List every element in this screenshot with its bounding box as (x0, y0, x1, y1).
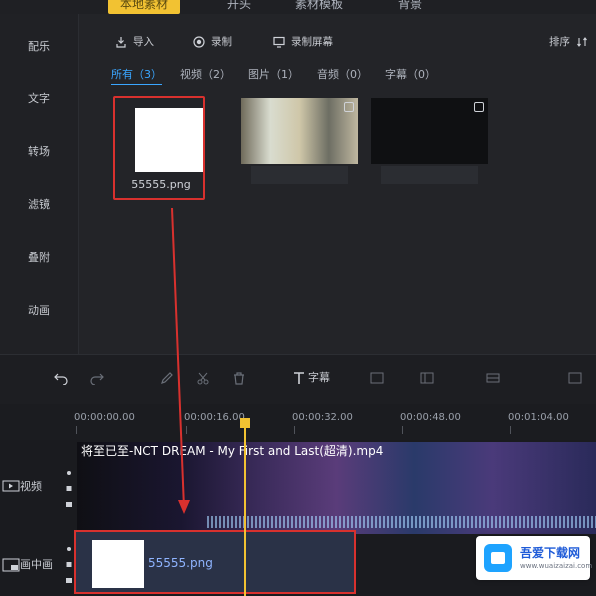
video-track-name: 视频 (20, 480, 42, 493)
sidebar-item-text[interactable]: 文字 (0, 90, 78, 106)
image-thumbnail (135, 108, 203, 172)
video-clip[interactable]: 将至已至-NCT DREAM - My First and Last(超清).m… (77, 442, 596, 534)
tab-templates[interactable]: 素材模板 (295, 0, 343, 14)
watermark-url: www.wuaizaizai.com (520, 562, 593, 570)
pip-clip-name: 55555.png (148, 556, 213, 570)
ruler-tick-mark (402, 426, 403, 434)
track-controls[interactable] (64, 468, 74, 510)
media-actions: 导入 录制 录制屏幕 排序 (79, 28, 596, 54)
text-t-icon (292, 371, 304, 384)
pip-track-name: 画中画 (20, 558, 53, 571)
ruler-tick: 00:00:16.00 (184, 412, 245, 423)
import-icon (115, 36, 127, 48)
tool-icon (370, 371, 384, 384)
playhead[interactable] (240, 418, 250, 596)
video-clip-title: 将至已至-NCT DREAM - My First and Last(超清).m… (81, 444, 384, 458)
timeline-toolbar: 字幕 (0, 354, 596, 405)
ruler-tick: 00:00:48.00 (400, 412, 461, 423)
media-item-image[interactable]: 55555.png (113, 96, 205, 200)
record-icon (193, 35, 205, 48)
sort-button[interactable]: 排序 (549, 34, 588, 49)
media-item-caption (251, 166, 348, 184)
import-label: 导入 (133, 36, 154, 48)
tab-opening[interactable]: 开头 (227, 0, 251, 14)
pencil-icon (160, 371, 173, 384)
media-library: 导入 录制 录制屏幕 排序 所有（3） 视频（2） 图片（1） 音频（0） 字幕… (79, 14, 596, 354)
filter-image[interactable]: 图片（1） (248, 66, 299, 82)
eye-lock-icon (66, 471, 72, 507)
tab-local-media[interactable]: 本地素材 (108, 0, 181, 14)
tab-background[interactable]: 背景 (398, 0, 422, 14)
ruler-tick-mark (294, 426, 295, 434)
pip-thumbnail (92, 540, 144, 588)
left-sidebar: 配乐 文字 转场 滤镜 叠附 动画 (0, 14, 79, 354)
edit-button[interactable] (160, 369, 173, 385)
tool-button[interactable] (370, 369, 384, 385)
ruler-tick-mark (186, 426, 187, 434)
sort-icon (576, 36, 588, 48)
sidebar-item-overlay[interactable]: 叠附 (0, 249, 78, 265)
media-item-name: 55555.png (131, 178, 191, 191)
media-item-caption (381, 166, 478, 184)
tool-button[interactable] (568, 369, 582, 385)
tool-icon (568, 371, 582, 384)
playhead-handle[interactable] (240, 418, 250, 428)
pip-clip[interactable]: 55555.png (74, 530, 356, 594)
eye-lock-icon (66, 547, 72, 583)
tool-icon (420, 371, 434, 384)
sidebar-item-animation[interactable]: 动画 (0, 302, 78, 318)
delete-button[interactable] (232, 369, 244, 385)
site-watermark: 吾爱下载网 www.wuaizaizai.com (476, 536, 593, 580)
top-tabbar: 本地素材 开头 素材模板 背景 (0, 0, 596, 14)
filter-all[interactable]: 所有（3） (111, 66, 162, 85)
watermark-title: 吾爱下载网 (520, 546, 581, 560)
tool-icon (486, 371, 500, 383)
video-track-label: 视频 (0, 478, 70, 494)
sidebar-item-transition[interactable]: 转场 (0, 143, 78, 159)
record-label: 录制 (211, 36, 232, 48)
record-screen-button[interactable]: 录制屏幕 (273, 34, 333, 49)
video-track-icon (2, 480, 20, 492)
subtitle-button[interactable]: 字幕 (292, 369, 330, 385)
ruler-tick: 00:00:00.00 (74, 412, 135, 423)
undo-button[interactable] (54, 369, 68, 386)
ruler-tick-mark (76, 426, 77, 434)
track-controls[interactable] (64, 544, 74, 586)
record-button[interactable]: 录制 (193, 34, 232, 49)
pip-track-icon (2, 558, 20, 572)
video-badge-icon (344, 102, 354, 112)
subtitle-label: 字幕 (308, 371, 330, 384)
scissors-icon (196, 371, 209, 385)
media-item-video[interactable] (241, 98, 358, 184)
watermark-logo-icon (484, 544, 512, 572)
video-badge-icon (474, 102, 484, 112)
sidebar-item-filter[interactable]: 滤镜 (0, 196, 78, 212)
filter-subtitle[interactable]: 字幕（0） (385, 66, 436, 82)
screen-record-icon (273, 36, 285, 48)
redo-icon (90, 371, 104, 386)
tool-button[interactable] (486, 369, 500, 385)
tool-button[interactable] (420, 369, 434, 385)
ruler-tick: 00:00:32.00 (292, 412, 353, 423)
trash-icon (232, 371, 244, 385)
ruler-tick-mark (510, 426, 511, 434)
ruler-tick: 00:01:04.00 (508, 412, 569, 423)
audio-waveform (207, 516, 596, 528)
media-grid: 55555.png (79, 96, 596, 208)
media-filter-tabs: 所有（3） 视频（2） 图片（1） 音频（0） 字幕（0） (79, 66, 596, 85)
undo-icon (54, 371, 68, 386)
import-button[interactable]: 导入 (115, 34, 154, 49)
media-item-video[interactable] (371, 98, 488, 184)
record-screen-label: 录制屏幕 (291, 36, 333, 48)
sort-label: 排序 (549, 36, 570, 48)
redo-button[interactable] (90, 369, 104, 386)
timeline-ruler[interactable]: 00:00:00.00 00:00:16.00 00:00:32.00 00:0… (0, 404, 596, 438)
filter-video[interactable]: 视频（2） (180, 66, 231, 82)
pip-track-label: 画中画 (0, 556, 70, 572)
sidebar-item-music[interactable]: 配乐 (0, 38, 78, 54)
split-button[interactable] (196, 369, 209, 385)
filter-audio[interactable]: 音频（0） (317, 66, 368, 82)
